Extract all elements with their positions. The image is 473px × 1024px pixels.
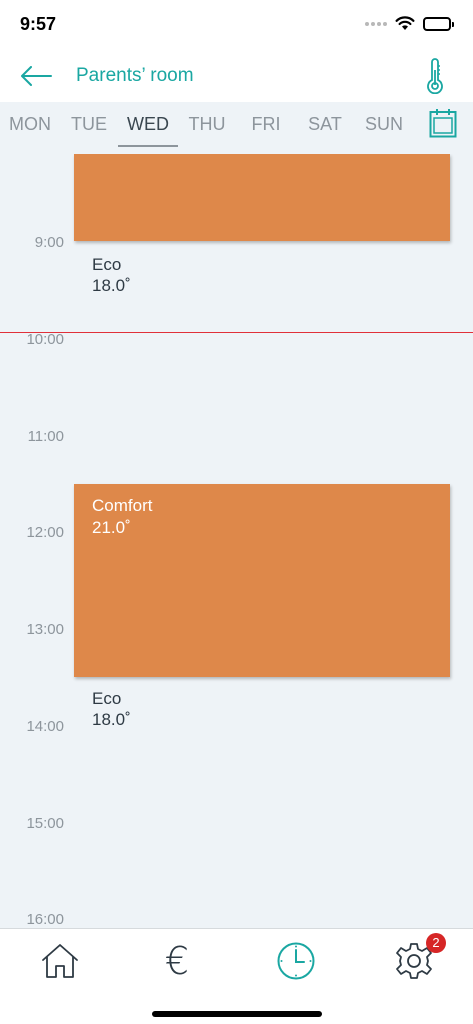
nav-home[interactable] (36, 939, 84, 983)
calendar-icon (429, 109, 457, 138)
block-temperature: 21.0˚ (92, 518, 131, 537)
hour-label: 16:00 (26, 911, 64, 928)
period-temperature: 18.0˚ (92, 710, 131, 729)
hour-label: 15:00 (26, 815, 64, 832)
day-tabs: MON TUE WED THU FRI SAT SUN (0, 102, 473, 154)
hour-label: 14:00 (26, 718, 64, 735)
tab-sat[interactable]: SAT (295, 114, 355, 135)
notification-badge: 2 (426, 933, 446, 953)
euro-icon: € (164, 939, 190, 983)
schedule-block[interactable]: Comfort 21.0˚ (74, 484, 450, 677)
hour-label: 10:00 (26, 331, 64, 348)
status-icons (365, 16, 454, 31)
hour-label: 13:00 (26, 621, 64, 638)
calendar-button[interactable] (429, 108, 457, 138)
thermometer-button[interactable] (425, 58, 445, 95)
nav-schedule[interactable] (272, 939, 320, 983)
status-time: 9:57 (20, 14, 57, 34)
thermometer-icon (427, 58, 443, 95)
home-icon (42, 944, 78, 978)
tab-tue[interactable]: TUE (59, 114, 119, 135)
battery-icon (423, 16, 454, 31)
hour-label: 11:00 (27, 428, 64, 445)
period-mode: Eco (92, 689, 122, 708)
tab-fri[interactable]: FRI (236, 114, 296, 135)
nav-costs[interactable]: € (153, 939, 201, 983)
back-button[interactable] (20, 60, 56, 92)
header: Parents’ room (0, 50, 473, 102)
bottom-nav: € 2 (0, 928, 473, 1024)
signal-icon (365, 21, 387, 26)
block-mode: Comfort (92, 496, 153, 515)
tab-thu[interactable]: THU (177, 114, 237, 135)
page-title: Parents’ room (76, 65, 194, 86)
clock-icon (277, 942, 315, 980)
app-screen: 9:57 Parents’ room MON TUE WED THU FRI S… (0, 0, 473, 1024)
hour-label: 9:00 (34, 234, 64, 251)
home-indicator[interactable] (152, 1011, 322, 1017)
tab-sun[interactable]: SUN (354, 114, 414, 135)
active-tab-indicator (118, 145, 178, 147)
schedule-timeline[interactable]: 9:00 Eco 18.0˚ 10:00 11:00 Comfort 21.0˚… (0, 154, 473, 928)
status-bar: 9:57 (0, 0, 473, 50)
tab-mon[interactable]: MON (0, 114, 60, 135)
wifi-icon (395, 16, 415, 30)
hour-label: 12:00 (26, 524, 64, 541)
tab-wed[interactable]: WED (118, 114, 178, 135)
current-time-line (0, 332, 473, 333)
period-temperature: 18.0˚ (92, 276, 131, 295)
schedule-block[interactable] (74, 154, 450, 241)
arrow-left-icon (21, 66, 52, 86)
period-mode: Eco (92, 255, 122, 274)
